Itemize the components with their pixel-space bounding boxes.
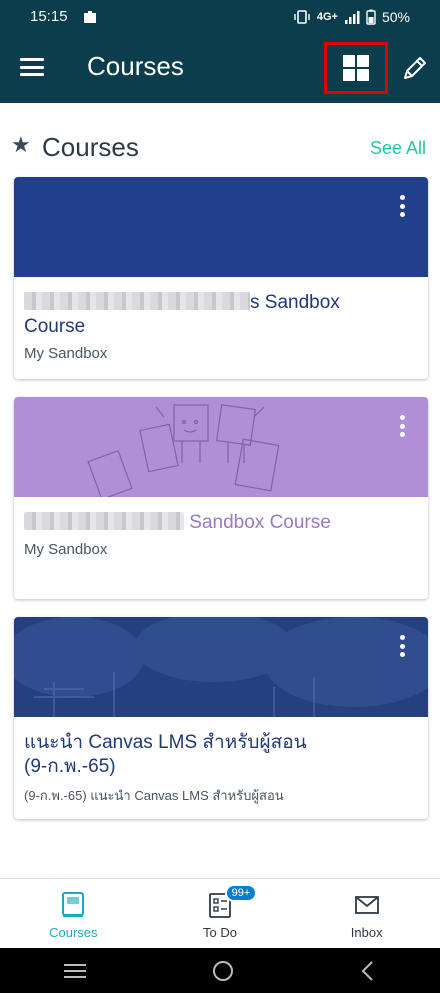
course-name: Sandbox Course [24, 511, 418, 535]
course-banner [14, 177, 428, 277]
course-banner [14, 617, 428, 717]
vibrate-icon [294, 9, 310, 24]
home-icon[interactable] [211, 959, 235, 983]
section-title: Courses [42, 132, 139, 162]
battery-level: 50% [381, 8, 410, 25]
courses-section-header: ★ Courses See All [0, 130, 440, 166]
bottom-navigation: Courses 99+ To Do Inbox [0, 878, 440, 948]
book-icon [62, 892, 85, 917]
menu-icon[interactable] [20, 58, 44, 76]
course-card[interactable]: Sandbox Course My Sandbox [14, 397, 428, 599]
page-title: Courses [87, 51, 184, 81]
course-card[interactable]: s Sandbox Course My Sandbox [14, 177, 428, 379]
app-bar: Courses [0, 33, 440, 103]
banner-illustration [87, 404, 280, 497]
battery-icon [366, 9, 376, 25]
course-term: My Sandbox [24, 345, 108, 362]
grid-layout-button[interactable] [324, 42, 388, 94]
more-options-icon[interactable] [400, 195, 406, 217]
more-options-icon[interactable] [400, 415, 406, 437]
star-icon: ★ [11, 132, 31, 157]
tab-inbox[interactable]: Inbox [293, 879, 440, 948]
redacted-text [24, 512, 184, 530]
grid-icon [343, 55, 369, 81]
todo-count-badge: 99+ [224, 884, 258, 902]
status-bar: 15:15 4G+ 50% [0, 0, 440, 33]
more-options-icon[interactable] [400, 635, 406, 657]
recent-apps-icon[interactable] [62, 961, 88, 981]
course-banner [14, 397, 428, 497]
tab-todo[interactable]: 99+ To Do [147, 879, 294, 948]
system-navigation-bar [0, 948, 440, 993]
course-term: My Sandbox [24, 541, 108, 558]
edit-pencil-icon[interactable] [400, 53, 430, 83]
course-card[interactable]: แนะนำ Canvas LMS สำหรับผู้สอน (9-ก.พ.-65… [14, 617, 428, 819]
course-name: s Sandbox Course [24, 292, 340, 337]
course-term: (9-ก.พ.-65) แนะนำ Canvas LMS สำหรับผู้สอ… [24, 788, 284, 803]
see-all-link[interactable]: See All [370, 138, 426, 159]
redacted-text [24, 292, 250, 310]
course-name: แนะนำ Canvas LMS สำหรับผู้สอน (9-ก.พ.-65… [24, 732, 307, 777]
signal-icon [344, 10, 360, 24]
network-type: 4G+ [316, 10, 338, 23]
status-time: 15:15 [30, 8, 68, 25]
envelope-icon [354, 896, 379, 914]
back-icon[interactable] [358, 959, 378, 983]
banner-photo [14, 617, 428, 717]
tab-courses[interactable]: Courses [0, 879, 147, 948]
notification-icon [83, 10, 96, 23]
